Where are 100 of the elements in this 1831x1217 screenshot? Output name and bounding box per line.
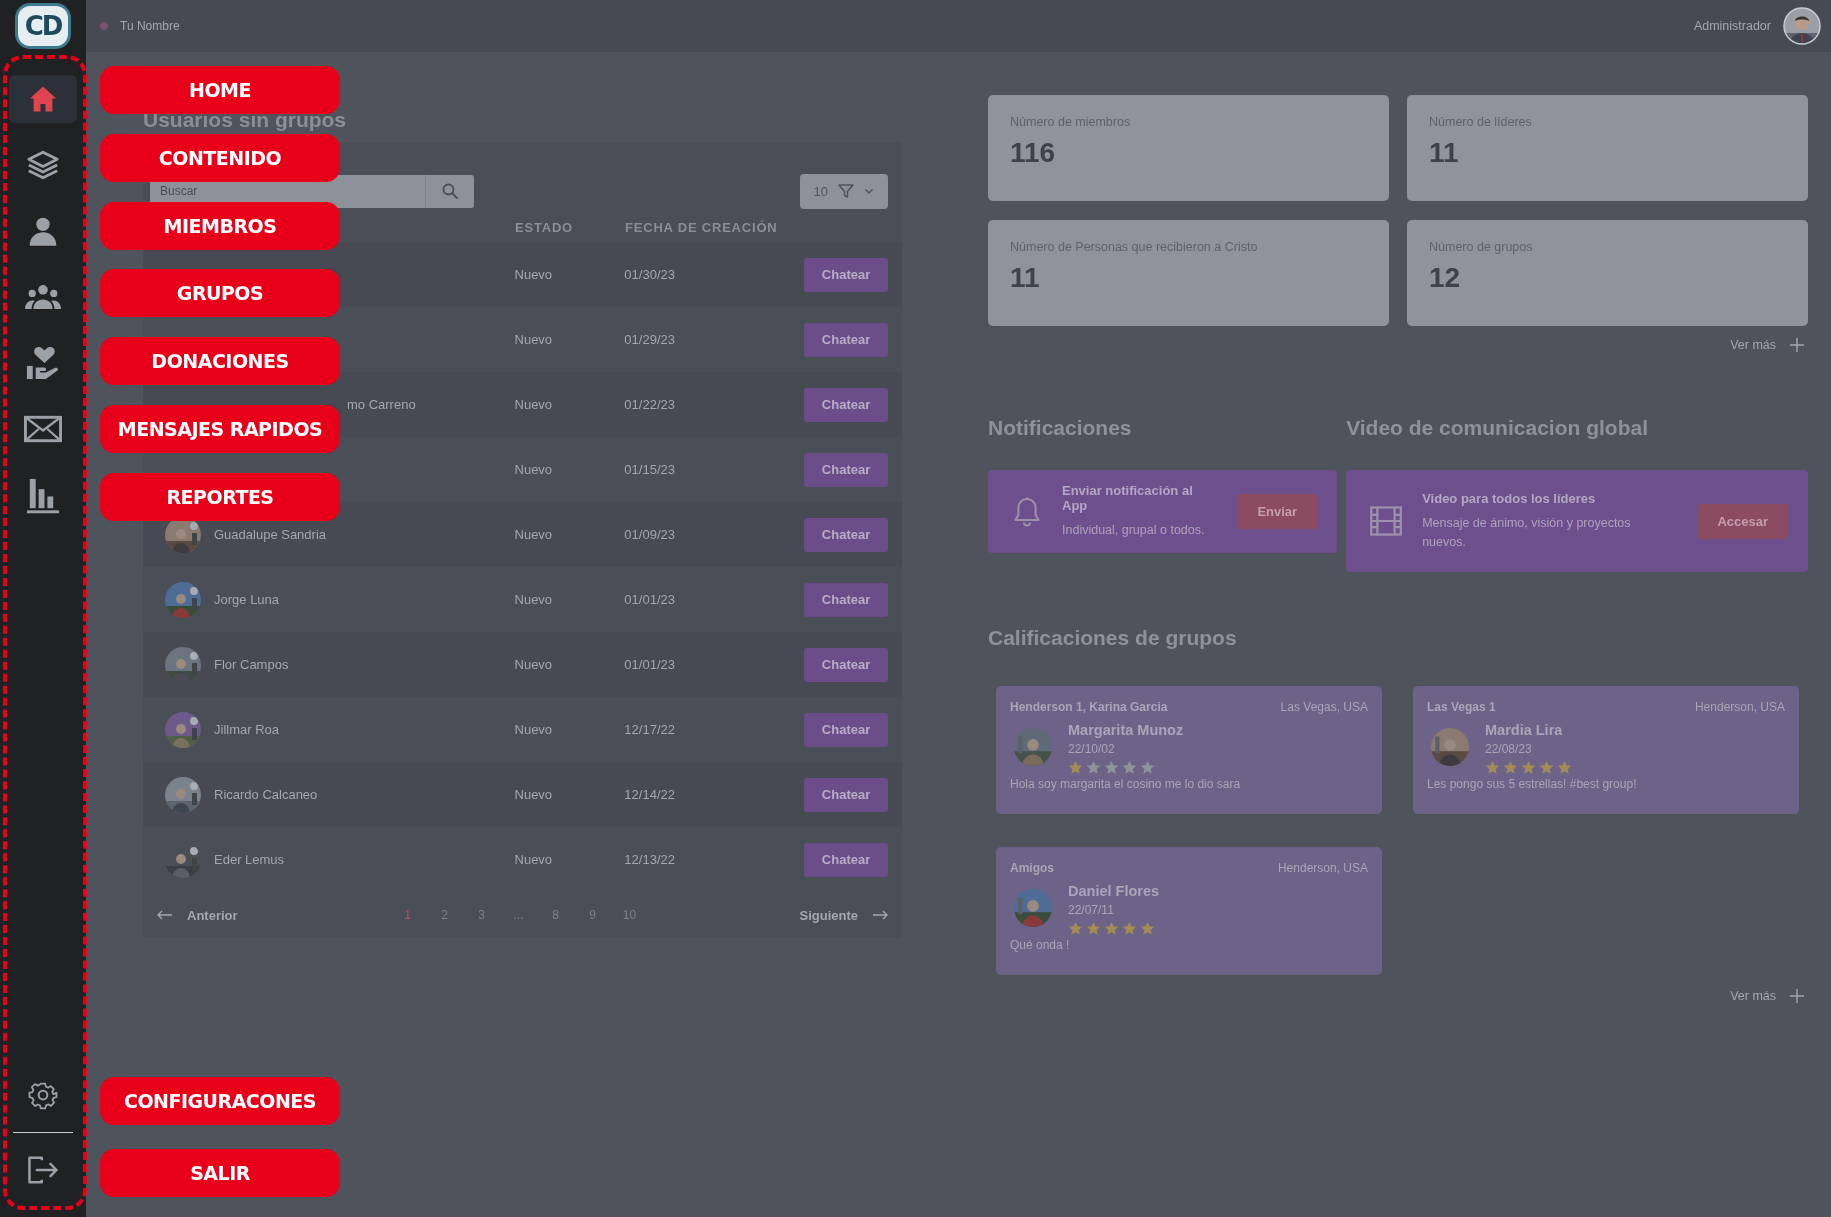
plus-icon	[1790, 989, 1804, 1003]
annotation-tooltip: MENSAJES RAPIDOS	[100, 405, 340, 453]
card-description: Mensaje de ánimo, visión y proyectos nuevos.	[1422, 514, 1632, 551]
chat-button[interactable]: Chatear	[804, 387, 888, 422]
section-title: Calificaciones de grupos	[988, 626, 1238, 650]
search-button[interactable]	[425, 174, 474, 208]
chat-button[interactable]: Chatear	[804, 777, 888, 812]
date-text: 12/17/22	[624, 722, 676, 737]
star-icon	[1140, 921, 1155, 936]
status-text: Nuevo	[514, 332, 554, 347]
stat-value: 11	[1010, 262, 1041, 294]
settings-icon	[28, 1080, 58, 1110]
users-icon	[25, 282, 61, 312]
annotation-tooltip: REPORTES	[100, 473, 340, 521]
user-name: Jorge Luna	[214, 592, 280, 607]
section-title: Notificaciones	[988, 416, 1133, 440]
previous-link[interactable]: Anterior	[157, 907, 238, 923]
chat-button[interactable]: Chatear	[804, 517, 888, 552]
page-size-dropdown[interactable]: 10	[799, 173, 888, 209]
see-more-link[interactable]: Ver más	[1730, 338, 1804, 352]
section-title: Video de comunicacion global	[1346, 416, 1649, 440]
chevron-down-icon	[864, 186, 874, 196]
column-header: ESTADO	[515, 219, 574, 235]
home-nav-item[interactable]	[9, 75, 77, 123]
date-text: 01/22/23	[624, 397, 676, 412]
envelope-icon	[24, 415, 62, 443]
star-icon	[1122, 760, 1137, 775]
status-text: Nuevo	[514, 787, 554, 802]
star-icon	[1485, 760, 1500, 775]
annotation-tooltip: GRUPOS	[100, 269, 340, 317]
star-icon	[1521, 760, 1536, 775]
next-link[interactable]: Siguiente	[799, 907, 888, 923]
date-text: 01/29/23	[624, 332, 676, 347]
stat-value: 12	[1429, 262, 1462, 294]
status-text: Nuevo	[514, 267, 554, 282]
user-name: Eder Lemus	[214, 852, 285, 867]
date-text: 12/13/22	[624, 852, 676, 867]
stat-value: 116	[1010, 137, 1057, 169]
status-dot-icon	[100, 22, 108, 30]
stat-value: 11	[1429, 137, 1460, 169]
date-text: 01/01/23	[624, 592, 676, 607]
review-comment: Les pongo sus 5 estrellas! #best group!	[1427, 777, 1638, 791]
status-text: Nuevo	[514, 722, 554, 737]
search-icon	[442, 183, 458, 199]
user-name: mo Carreno	[347, 397, 416, 412]
chat-button[interactable]: Chatear	[804, 712, 888, 747]
star-icon	[1068, 921, 1083, 936]
location-text: Henderson, USA	[1694, 700, 1785, 714]
status-text: Nuevo	[514, 397, 554, 412]
chat-button[interactable]: Chatear	[804, 322, 888, 357]
previous-label: Anterior	[187, 907, 238, 923]
heart-hand-icon	[25, 344, 61, 382]
review-comment: Hola soy margarita el cosino me lo dio sara	[1010, 777, 1242, 791]
page-number[interactable]: 1	[389, 908, 427, 922]
home-icon	[28, 84, 58, 114]
star-icon	[1086, 760, 1101, 775]
review-date: 22/07/11	[1068, 903, 1115, 917]
annotation-tooltip: HOME	[100, 66, 340, 114]
star-icon	[1503, 760, 1518, 775]
user-name: Administrador	[1693, 19, 1771, 33]
arrow-left-icon	[157, 910, 173, 920]
chat-button[interactable]: Chatear	[804, 452, 888, 487]
group-name: Amigos	[1010, 861, 1054, 875]
chat-button[interactable]: Chatear	[804, 582, 888, 617]
user-name: Ricardo Calcaneo	[214, 787, 318, 802]
send-button[interactable]: Enviar	[1237, 494, 1318, 529]
group-name: Henderson 1, Karina Garcia	[1010, 700, 1168, 714]
logo: CD	[18, 6, 68, 46]
page-number[interactable]: ...	[500, 908, 538, 922]
date-text: 12/14/22	[624, 787, 676, 802]
date-text: 01/09/23	[624, 527, 676, 542]
user-name: Flor Campos	[214, 657, 289, 672]
chat-button[interactable]: Chatear	[804, 842, 888, 877]
star-icon	[1122, 921, 1137, 936]
status-text: Nuevo	[514, 657, 554, 672]
star-icon	[1140, 760, 1155, 775]
chat-button[interactable]: Chatear	[804, 647, 888, 682]
chat-button[interactable]: Chatear	[804, 257, 888, 292]
annotation-tooltip: CONTENIDO	[100, 134, 340, 182]
star-icon	[1539, 760, 1554, 775]
user-name: Jillmar Roa	[214, 722, 279, 737]
access-button[interactable]: Accesar	[1697, 503, 1788, 539]
layers-icon	[26, 148, 60, 182]
filter-icon	[838, 183, 854, 199]
group-name: Las Vegas 1	[1427, 700, 1496, 714]
date-text: 01/30/23	[624, 267, 676, 282]
status-text: Nuevo	[514, 852, 554, 867]
arrow-right-icon	[872, 910, 888, 920]
user-name: Guadalupe Sandria	[214, 527, 327, 542]
card-description: Individual, grupal o todos.	[1062, 522, 1206, 540]
star-icon	[1104, 760, 1119, 775]
reviewer-name: Daniel Flores	[1068, 883, 1160, 899]
column-header: FECHA DE CREACIÓN	[625, 219, 779, 235]
star-icon	[1557, 760, 1572, 775]
annotation-tooltip: MIEMBROS	[100, 202, 340, 250]
annotation-tooltip: SALIR	[100, 1149, 340, 1197]
see-more-link[interactable]: Ver más	[1730, 989, 1804, 1003]
review-comment: Qué onda !	[1010, 938, 1071, 952]
star-icon	[1068, 760, 1083, 775]
location-text: Las Vegas, USA	[1280, 700, 1368, 714]
